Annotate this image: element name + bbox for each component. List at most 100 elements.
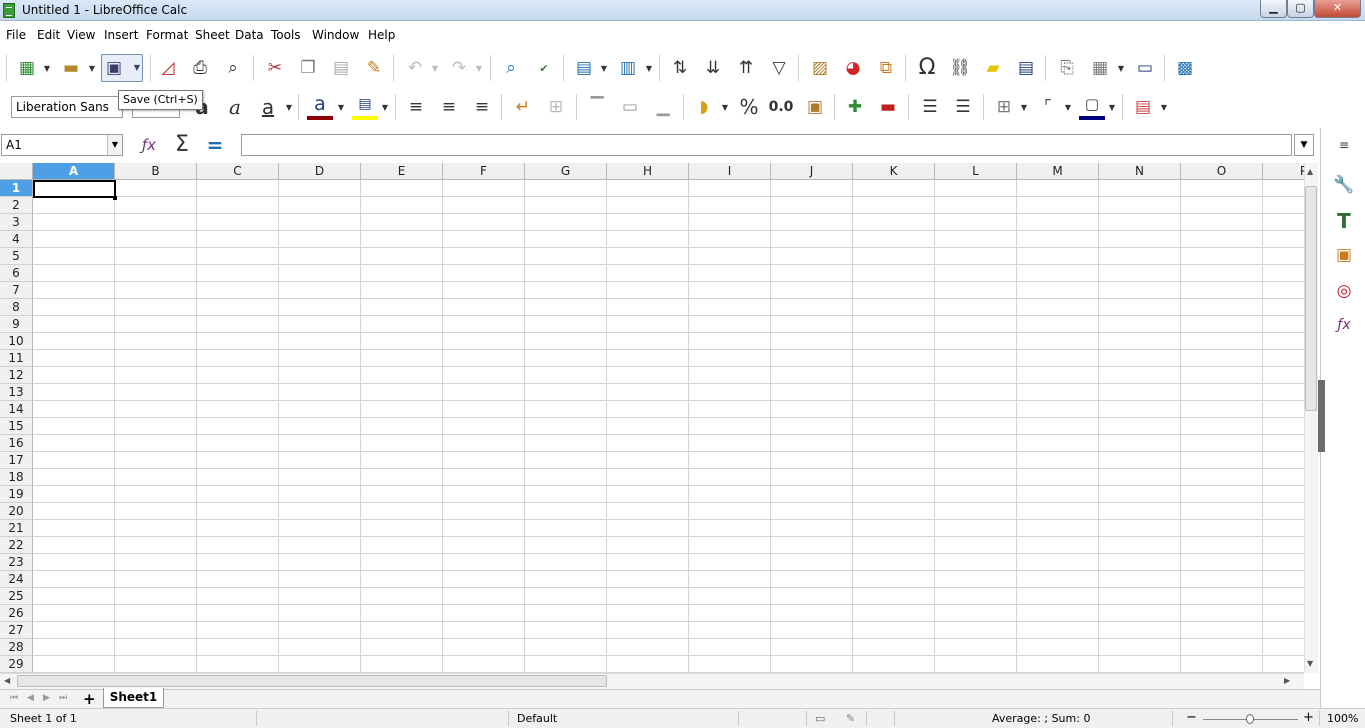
first-sheet-icon[interactable]: ⏮ [10, 693, 18, 703]
pivot-table-icon[interactable]: ⧉ [873, 55, 899, 81]
autofilter-icon[interactable]: ▽ [766, 55, 792, 81]
scroll-right-icon[interactable]: ▶ [1284, 676, 1290, 685]
comment-icon[interactable]: ▰ [980, 55, 1006, 81]
expand-formula-bar-icon[interactable]: ▼ [1294, 134, 1314, 156]
open-folder-icon[interactable]: ▬ [58, 55, 84, 81]
border-style-icon[interactable]: ⌜ [1035, 94, 1061, 120]
menu-file[interactable]: File [6, 28, 26, 42]
menu-data[interactable]: Data [235, 28, 264, 42]
spelling-icon[interactable]: ✔ [531, 55, 557, 81]
column-header-b[interactable]: B [115, 163, 197, 180]
conditional-formatting-icon[interactable]: ▤ [1130, 94, 1156, 120]
row-header-17[interactable]: 17 [0, 452, 33, 469]
row-header-25[interactable]: 25 [0, 588, 33, 605]
row-header-22[interactable]: 22 [0, 537, 33, 554]
autofill-handle[interactable] [113, 196, 117, 200]
row-header-28[interactable]: 28 [0, 639, 33, 656]
find-replace-icon[interactable]: ⌕ [498, 55, 524, 81]
date-format-icon[interactable]: ▣ [802, 94, 828, 120]
define-print-area-icon[interactable]: ⎘ [1054, 55, 1080, 81]
freeze-rows-columns-icon[interactable]: ▦ [1087, 55, 1113, 81]
increase-indent-icon[interactable]: ☰ [917, 94, 943, 120]
properties-icon[interactable]: 🔧 [1331, 172, 1357, 198]
open-dropdown-arrow-icon[interactable]: ▼ [88, 55, 96, 81]
align-top-icon[interactable]: ▔ [584, 94, 610, 120]
row-header-29[interactable]: 29 [0, 656, 33, 673]
font-name-box[interactable]: Liberation Sans [11, 96, 123, 118]
name-box-dropdown-icon[interactable]: ▼ [107, 135, 122, 155]
scroll-left-icon[interactable]: ◀ [4, 676, 10, 685]
undo-dropdown-arrow-icon[interactable]: ▼ [431, 55, 439, 81]
italic-icon[interactable]: a [222, 94, 248, 120]
redo-dropdown-arrow-icon[interactable]: ▼ [475, 55, 483, 81]
row-icon[interactable]: ▤ [571, 55, 597, 81]
highlight-color-icon[interactable]: ▤ [352, 92, 378, 120]
align-center-icon[interactable]: ≡ [436, 94, 462, 120]
vertical-scroll-thumb[interactable] [1305, 186, 1317, 411]
row-header-15[interactable]: 15 [0, 418, 33, 435]
row-header-8[interactable]: 8 [0, 299, 33, 316]
active-cell[interactable] [33, 180, 116, 198]
row-header-11[interactable]: 11 [0, 350, 33, 367]
menu-help[interactable]: Help [368, 28, 395, 42]
print-icon[interactable]: ⎙ [187, 55, 213, 81]
formula-input[interactable] [241, 134, 1292, 156]
column-header-m[interactable]: M [1017, 163, 1099, 180]
row-header-16[interactable]: 16 [0, 435, 33, 452]
border-color-dropdown-arrow-icon[interactable]: ▼ [1108, 94, 1116, 120]
row-header-27[interactable]: 27 [0, 622, 33, 639]
column-icon[interactable]: ▥ [615, 55, 641, 81]
row-header-4[interactable]: 4 [0, 231, 33, 248]
row-dropdown-arrow-icon[interactable]: ▼ [600, 55, 608, 81]
freeze-dropdown-arrow-icon[interactable]: ▼ [1117, 55, 1125, 81]
functions-icon[interactable]: ƒx [1331, 312, 1357, 338]
row-header-24[interactable]: 24 [0, 571, 33, 588]
menu-view[interactable]: View [67, 28, 95, 42]
sort-descending-icon[interactable]: ⇈ [733, 55, 759, 81]
column-header-p[interactable]: P [1263, 163, 1304, 180]
horizontal-scroll-thumb[interactable] [17, 675, 607, 687]
last-sheet-icon[interactable]: ⏭ [59, 693, 67, 703]
row-header-12[interactable]: 12 [0, 367, 33, 384]
row-header-13[interactable]: 13 [0, 384, 33, 401]
select-all-corner[interactable] [0, 163, 33, 180]
name-box[interactable]: A1 [1, 134, 123, 156]
column-header-k[interactable]: K [853, 163, 935, 180]
row-header-20[interactable]: 20 [0, 503, 33, 520]
special-character-icon[interactable]: Ω [914, 55, 940, 81]
column-header-i[interactable]: I [689, 163, 771, 180]
highlight-dropdown-arrow-icon[interactable]: ▼ [381, 94, 389, 120]
formula-icon[interactable]: = [202, 132, 228, 158]
column-header-l[interactable]: L [935, 163, 1017, 180]
menu-insert[interactable]: Insert [104, 28, 138, 42]
save-dropdown-arrow-icon[interactable]: ▼ [134, 64, 140, 72]
sort-ascending-icon[interactable]: ⇊ [700, 55, 726, 81]
row-header-10[interactable]: 10 [0, 333, 33, 350]
undo-icon[interactable]: ↶ [402, 55, 428, 81]
zoom-level[interactable]: 100% [1327, 712, 1358, 725]
styles-icon[interactable]: T [1331, 208, 1357, 234]
menu-tools[interactable]: Tools [271, 28, 301, 42]
zoom-slider-thumb[interactable] [1246, 714, 1254, 724]
row-header-18[interactable]: 18 [0, 469, 33, 486]
new-spreadsheet-icon[interactable]: ▦ [14, 55, 40, 81]
merge-cells-icon[interactable]: ⊞ [543, 94, 569, 120]
insert-image-icon[interactable]: ▨ [807, 55, 833, 81]
wrap-text-icon[interactable]: ↵ [510, 94, 536, 120]
sum-icon[interactable]: Σ [169, 132, 195, 158]
row-header-6[interactable]: 6 [0, 265, 33, 282]
hyperlink-icon[interactable]: ⛓ [947, 55, 973, 81]
decrease-indent-icon[interactable]: ☰ [950, 94, 976, 120]
borders-icon[interactable]: ⊞ [991, 94, 1017, 120]
row-header-9[interactable]: 9 [0, 316, 33, 333]
show-draw-functions-icon[interactable]: ▩ [1172, 55, 1198, 81]
font-color-icon[interactable]: a [307, 92, 333, 120]
add-sheet-button[interactable]: + [83, 690, 96, 708]
number-format-icon[interactable]: 0.0 [768, 94, 794, 120]
scroll-down-icon[interactable]: ▼ [1307, 659, 1313, 668]
menu-edit[interactable]: Edit [37, 28, 60, 42]
sidebar-collapse-handle[interactable] [1318, 380, 1325, 452]
underline-dropdown-arrow-icon[interactable]: ▼ [285, 94, 293, 120]
headers-footers-icon[interactable]: ▤ [1013, 55, 1039, 81]
border-color-icon[interactable]: ▢ [1079, 92, 1105, 120]
